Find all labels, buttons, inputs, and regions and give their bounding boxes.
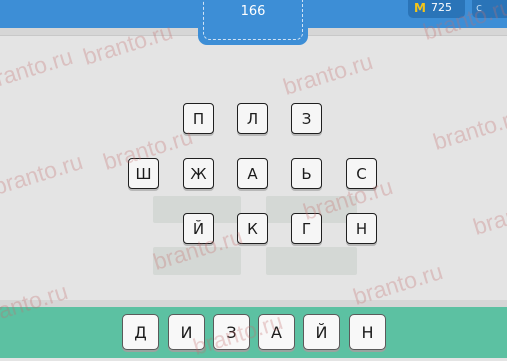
answer-letter[interactable]: Н [349,314,386,350]
letter-tile[interactable]: Н [346,213,377,244]
letter-tile[interactable]: Ь [291,158,322,189]
watermark-text: branto.ru [0,43,76,95]
level-number: 166 [240,4,266,19]
watermark-text: branto.ru [0,148,86,200]
letter-tile[interactable]: Ж [183,158,214,189]
watermark-text: branto.ru [430,103,507,155]
watermark-text: branto.ru [280,48,376,100]
empty-slot-shadow [266,247,357,275]
answer-letter[interactable]: Й [303,314,340,350]
level-tab: 166 [198,0,308,45]
coin-icon: M [414,1,426,15]
letter-tile[interactable]: З [291,103,322,134]
letter-tile[interactable]: Л [237,103,268,134]
letter-tile[interactable]: А [237,158,268,189]
watermark-text: branto.ru [470,188,507,240]
answer-bar-rule [0,300,507,307]
answer-letter[interactable]: Д [122,314,159,350]
